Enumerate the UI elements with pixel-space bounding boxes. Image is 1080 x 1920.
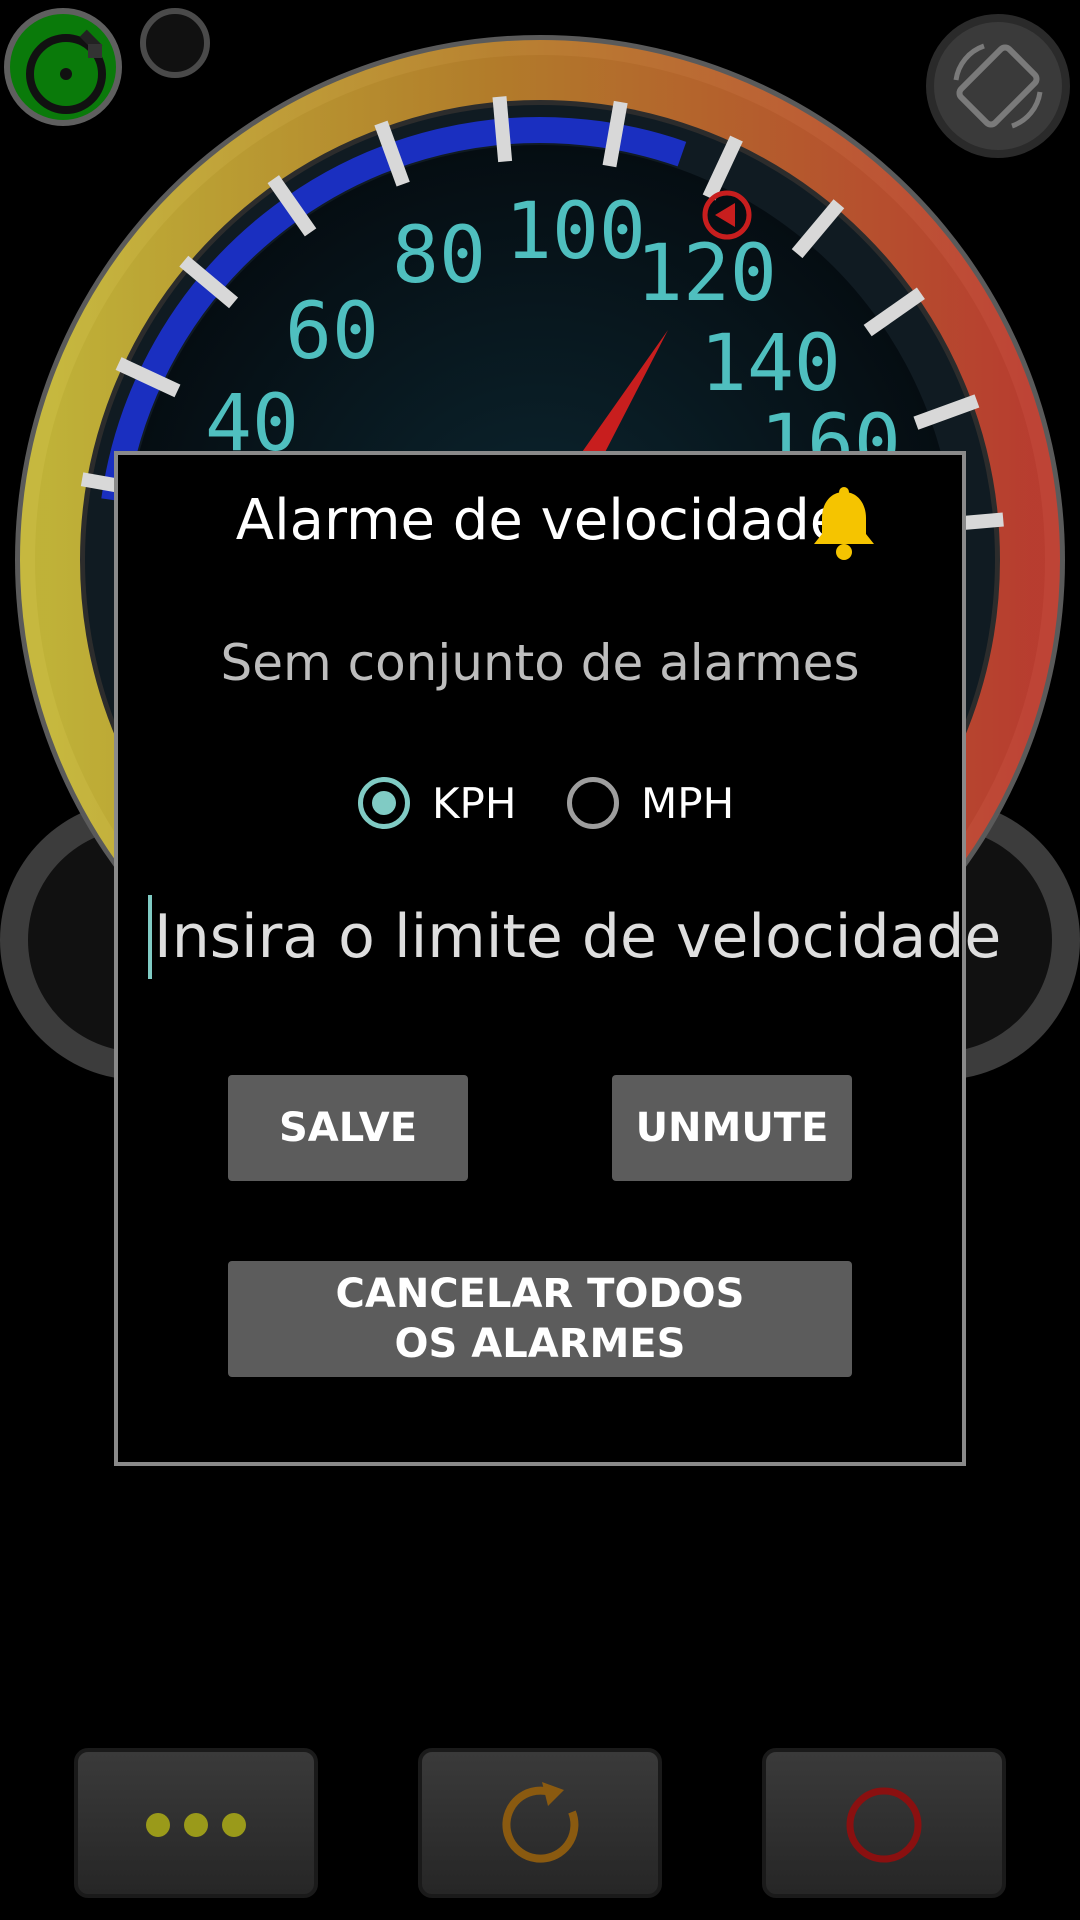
speed-label-100: 100 <box>505 187 646 277</box>
alarm-status-text: Sem conjunto de alarmes <box>220 634 860 692</box>
mph-label: MPH <box>641 778 735 828</box>
kph-option[interactable]: KPH <box>358 772 516 834</box>
stop-circle-icon <box>846 1787 922 1863</box>
mph-option[interactable]: MPH <box>567 772 734 834</box>
kph-radio[interactable] <box>358 777 410 829</box>
unmute-button[interactable]: UNMUTE <box>612 1075 852 1181</box>
speed-label-60: 60 <box>285 287 379 377</box>
reset-button[interactable] <box>418 1748 662 1898</box>
speed-label-140: 140 <box>700 319 841 409</box>
rotate-screen-icon <box>953 43 1043 129</box>
speed-label-80: 80 <box>392 211 486 301</box>
more-dots-icon <box>146 1813 246 1837</box>
cancel-all-alarms-label: CANCELAR TODOS OS ALARMES <box>335 1271 745 1367</box>
save-button[interactable]: SALVE <box>228 1075 468 1181</box>
gps-status-button[interactable] <box>4 8 122 126</box>
dialog-title: Alarme de velocidade <box>235 488 845 553</box>
refresh-icon <box>502 1782 579 1863</box>
mph-radio[interactable] <box>567 777 619 829</box>
cancel-all-alarms-button[interactable]: CANCELAR TODOS OS ALARMES <box>228 1261 852 1377</box>
satellite-icon <box>26 29 106 114</box>
compass-button[interactable] <box>140 8 210 78</box>
stop-button[interactable] <box>762 1748 1006 1898</box>
more-button[interactable] <box>74 1748 318 1898</box>
bell-icon <box>814 487 874 560</box>
speed-limit-input[interactable]: Insira o limite de velocidade <box>148 895 1001 979</box>
kph-label: KPH <box>432 778 517 828</box>
rotate-screen-button[interactable] <box>926 14 1070 158</box>
speed-label-120: 120 <box>636 229 777 319</box>
